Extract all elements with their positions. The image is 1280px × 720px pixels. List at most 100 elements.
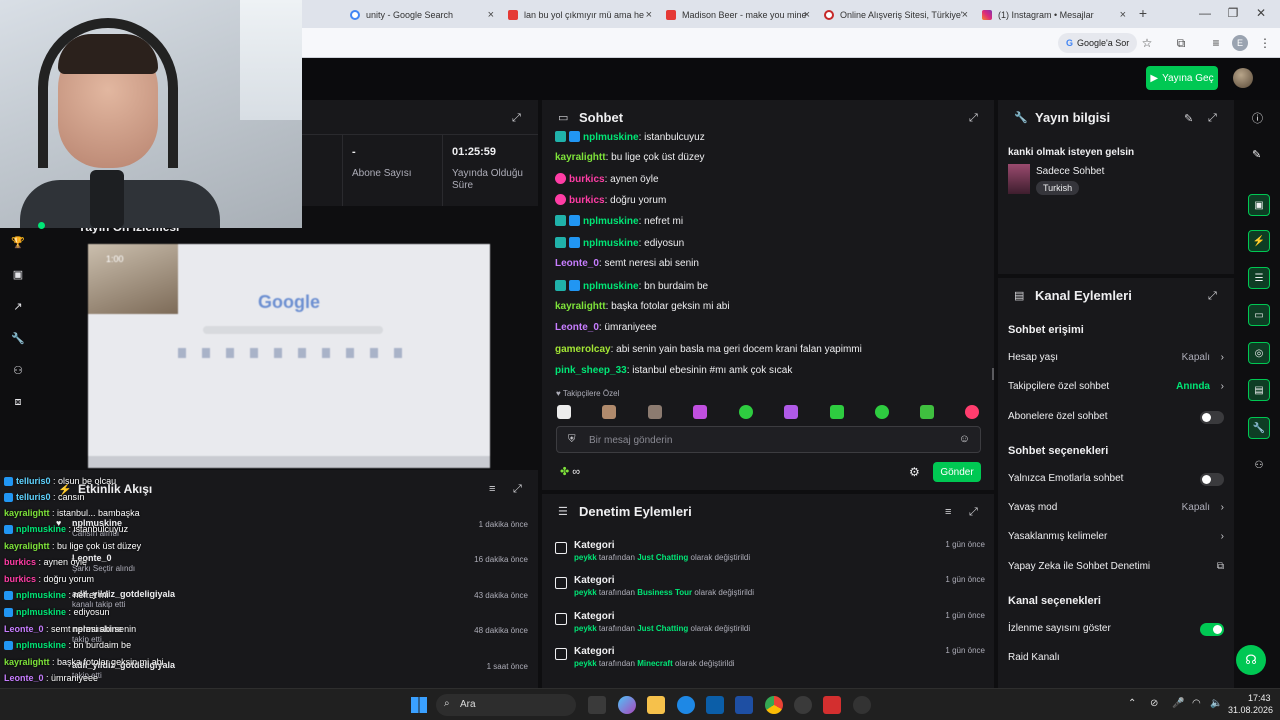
- community-icon[interactable]: ⚇: [10, 362, 26, 378]
- maximize-icon[interactable]: ❐: [1225, 5, 1241, 21]
- tray-mic-icon[interactable]: 🎤: [1172, 698, 1184, 709]
- recorder-icon[interactable]: [823, 696, 841, 714]
- chat-message[interactable]: nplmuskine: istanbulcuyuz: [555, 131, 705, 143]
- chat-message[interactable]: nplmuskine: bn burdaim be: [555, 280, 708, 292]
- chat-message[interactable]: kayralightt: başka fotolar geksin mi abi: [555, 301, 730, 312]
- ask-google-button[interactable]: G Google'a Sor: [1058, 33, 1138, 53]
- clock-time[interactable]: 17:43: [1248, 693, 1271, 703]
- clock-date[interactable]: 31.08.2026: [1228, 705, 1273, 715]
- chat-username[interactable]: Leonte_0: [555, 258, 599, 269]
- chat-username[interactable]: nplmuskine: [583, 238, 639, 249]
- sidebar-video-icon[interactable]: ▣: [1248, 194, 1270, 216]
- pencil-icon[interactable]: ✎: [1252, 148, 1261, 161]
- close-tab-icon[interactable]: ×: [488, 9, 494, 21]
- sidebar-channel-icon[interactable]: ▤: [1248, 379, 1270, 401]
- browser-tab[interactable]: unity - Google Search ×: [342, 4, 500, 26]
- event-row[interactable]: Leonte_0 Şarkı Seçtir alındı 16 dakika ö…: [12, 553, 528, 573]
- reading-list-icon[interactable]: ≡: [1208, 35, 1224, 51]
- close-window-icon[interactable]: ✕: [1253, 5, 1269, 21]
- emote-icon[interactable]: [920, 405, 934, 419]
- edge-icon[interactable]: [677, 696, 695, 714]
- mod-action-row[interactable]: Kategori peykk tarafından Just Chatting o…: [555, 611, 985, 641]
- mod-action-user[interactable]: peykk: [574, 659, 597, 668]
- chat-username[interactable]: pink_sheep_33: [555, 365, 627, 376]
- emote-icon[interactable]: [784, 405, 798, 419]
- expand-icon[interactable]: ⤢: [512, 112, 521, 125]
- store-icon[interactable]: [706, 696, 724, 714]
- show-viewers-row[interactable]: İzlenme sayısını göster: [1008, 623, 1228, 637]
- chat-settings-icon[interactable]: ⚙: [909, 465, 920, 479]
- chat-username[interactable]: kayralightt: [555, 301, 606, 312]
- mod-action-user[interactable]: peykk: [574, 553, 597, 562]
- go-live-button[interactable]: ▶ Yayına Geç: [1146, 66, 1218, 90]
- subs-chat-toggle[interactable]: [1200, 411, 1224, 424]
- browser-tab[interactable]: Online Alışveriş Sitesi, Türkiye' ×: [816, 4, 974, 26]
- subs-chat-row[interactable]: Abonelere özel sohbet: [1008, 411, 1228, 425]
- video-icon[interactable]: ▣: [10, 266, 26, 282]
- close-tab-icon[interactable]: ×: [646, 9, 652, 21]
- more-menu-icon[interactable]: ⋮: [1257, 35, 1273, 51]
- new-tab-button[interactable]: +: [1135, 5, 1151, 21]
- chat-message[interactable]: kayralightt: bu lige çok üst düzey: [555, 152, 705, 163]
- emote-icon[interactable]: [648, 405, 662, 419]
- bookmark-star-icon[interactable]: ☆: [1139, 35, 1155, 51]
- task-view-icon[interactable]: [588, 696, 606, 714]
- chat-username[interactable]: nplmuskine: [583, 281, 639, 292]
- edit-icon[interactable]: ✎: [1184, 112, 1193, 125]
- expand-icon[interactable]: ⤢: [1208, 290, 1217, 303]
- user-avatar[interactable]: [1233, 68, 1253, 88]
- chat-message[interactable]: pink_sheep_33: istanbul ebesinin #mı amk…: [555, 365, 792, 376]
- profile-icon[interactable]: E: [1232, 35, 1248, 51]
- copilot-icon[interactable]: [618, 696, 636, 714]
- chat-username[interactable]: nplmuskine: [583, 132, 639, 143]
- windows-start-icon[interactable]: [411, 697, 427, 713]
- close-tab-icon[interactable]: ×: [1120, 9, 1126, 21]
- chrome-icon[interactable]: [765, 696, 783, 714]
- mail-icon[interactable]: [735, 696, 753, 714]
- language-tag[interactable]: Turkish: [1036, 181, 1080, 195]
- banned-words-row[interactable]: Yasaklanmış kelimeler ›: [1008, 531, 1228, 545]
- sidebar-chat-icon[interactable]: ▭: [1248, 304, 1270, 326]
- mod-action-value[interactable]: Just Chatting: [637, 624, 688, 633]
- expand-icon[interactable]: ⤢: [513, 483, 522, 496]
- emote-icon[interactable]: [602, 405, 616, 419]
- emote-only-toggle[interactable]: [1200, 473, 1224, 486]
- send-button[interactable]: Gönder: [933, 462, 981, 482]
- extensions-icon[interactable]: ⧈: [10, 394, 26, 410]
- expand-icon[interactable]: ⤢: [1208, 112, 1217, 125]
- mod-action-user[interactable]: peykk: [574, 624, 597, 633]
- mod-action-value[interactable]: Just Chatting: [637, 553, 688, 562]
- chat-username[interactable]: Leonte_0: [555, 322, 599, 333]
- analytics-icon[interactable]: ↗: [10, 298, 26, 314]
- chat-message[interactable]: burkics: aynen öyle: [555, 173, 659, 185]
- mod-action-value[interactable]: Minecraft: [637, 659, 673, 668]
- mod-action-user[interactable]: peykk: [574, 588, 597, 597]
- chat-message[interactable]: nplmuskine: ediyosun: [555, 237, 684, 249]
- tray-chevron-icon[interactable]: ⌃: [1128, 698, 1136, 709]
- help-button[interactable]: ☊: [1236, 645, 1266, 675]
- extensions-icon[interactable]: ⧉: [1173, 35, 1189, 51]
- close-tab-icon[interactable]: ×: [962, 9, 968, 21]
- chat-scrollbar[interactable]: [992, 368, 994, 380]
- mod-action-row[interactable]: Kategori peykk tarafından Minecraft olara…: [555, 646, 985, 676]
- emote-icon[interactable]: [557, 405, 571, 419]
- sidebar-target-icon[interactable]: ◎: [1248, 342, 1270, 364]
- info-icon[interactable]: ⓘ: [1252, 110, 1263, 126]
- taskbar-search[interactable]: ⌕ Ara: [436, 694, 576, 716]
- tray-volume-icon[interactable]: 🔈: [1210, 698, 1222, 709]
- account-age-row[interactable]: Hesap yaşı Kapalı ›: [1008, 352, 1228, 366]
- emote-icon[interactable]: [693, 405, 707, 419]
- sidebar-wrench-icon[interactable]: 🔧: [1248, 417, 1270, 439]
- emote-icon[interactable]: [965, 405, 979, 419]
- chat-username[interactable]: gamerolcay: [555, 344, 611, 355]
- chat-message[interactable]: Leonte_0: ümraniyeee: [555, 322, 657, 333]
- chat-message[interactable]: burkics: doğru yorum: [555, 194, 666, 206]
- chat-username[interactable]: burkics: [569, 195, 605, 206]
- followers-chat-row[interactable]: Takipçilere özel sohbet Anında ›: [1008, 381, 1228, 395]
- show-viewers-toggle[interactable]: [1200, 623, 1224, 636]
- browser-tab[interactable]: lan bu yol çıkmıyır mü ama he ×: [500, 4, 658, 26]
- chat-username[interactable]: burkics: [569, 174, 605, 185]
- emote-only-row[interactable]: Yalnızca Emotlarla sohbet: [1008, 473, 1228, 487]
- chat-message[interactable]: Leonte_0: semt neresi abi senin: [555, 258, 699, 269]
- preview-video[interactable]: 1:00 Google: [88, 244, 490, 468]
